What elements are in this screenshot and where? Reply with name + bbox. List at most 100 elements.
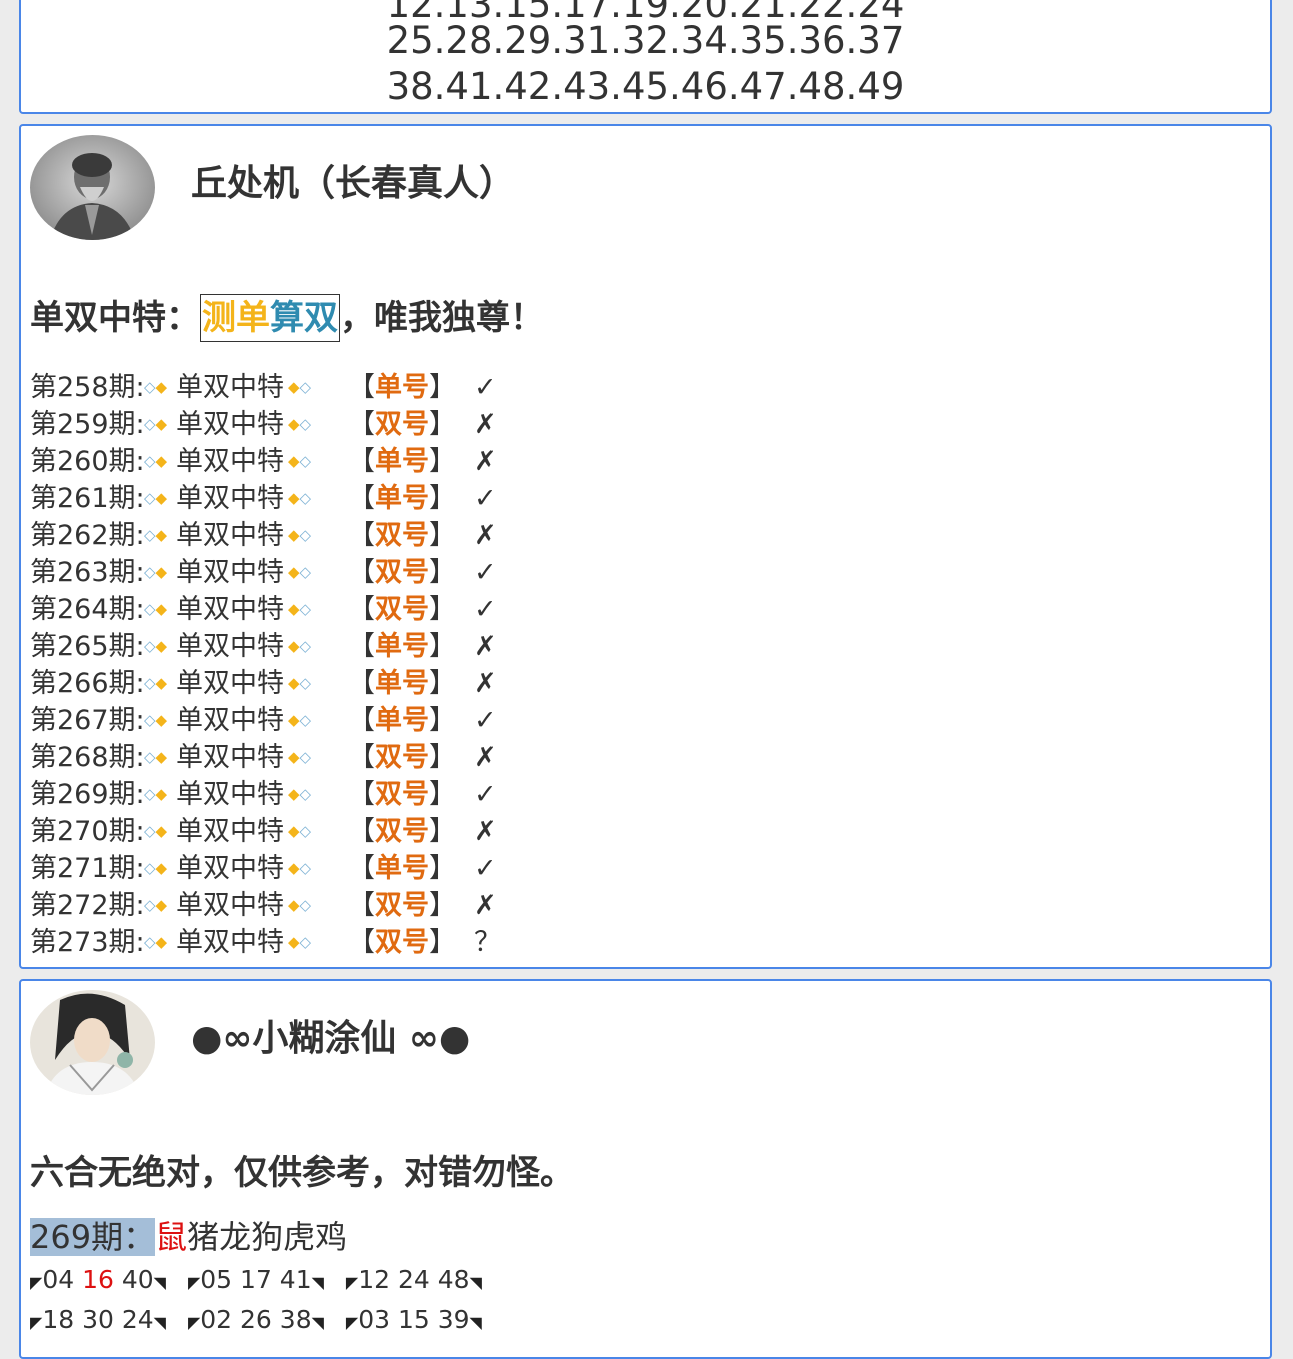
zodiac-rest: 猪龙狗虎鸡 [187, 1218, 348, 1256]
diamond-icon: ◇◆ [144, 933, 168, 951]
corner-icon: ◥ [153, 1313, 166, 1332]
number-group: ◤18 30 24◥ [30, 1305, 166, 1334]
prediction-pick: 【双号】 [348, 520, 456, 551]
slogan-highlight-box: 测单算双 [200, 294, 340, 342]
diamond-icon: ◇◆ [144, 563, 168, 581]
diamond-icon: ◆◇ [288, 896, 312, 914]
number-groups-row-2: ◤18 30 24◥ ◤02 26 38◥ ◤03 15 39◥ [30, 1303, 504, 1340]
prediction-label: 单双中特 [176, 594, 284, 625]
result-mark: ✓ [474, 853, 497, 884]
number-line-3: 38.41.42.43.45.46.47.48.49 [386, 65, 905, 108]
diamond-icon: ◇◆ [144, 489, 168, 507]
result-mark: ✗ [474, 668, 497, 699]
number-list-card: 12.13.15.17.19.20.21.22.24 25.28.29.31.3… [19, 0, 1272, 114]
corner-icon: ◤ [30, 1313, 43, 1332]
prediction-card-odd-even: 丘处机（长春真人） 单双中特：测单算双，唯我独尊！ 第258期: ◇◆ 单双中特 ◆◇… [19, 124, 1272, 969]
diamond-icon: ◇◆ [144, 637, 168, 655]
result-mark: ✓ [474, 557, 497, 588]
diamond-icon: ◆◇ [288, 711, 312, 729]
period-number: 第271期: [30, 853, 145, 884]
period-number: 第261期: [30, 483, 145, 514]
prediction-pick: 【双号】 [348, 594, 456, 625]
prediction-pick: 【双号】 [348, 409, 456, 440]
result-mark: ✗ [474, 631, 497, 662]
period-number: 第268期: [30, 742, 145, 773]
slogan-suffix: ，唯我独尊！ [340, 298, 544, 338]
diamond-icon: ◆◇ [288, 563, 312, 581]
author-name: ●∞小糊涂仙 ∞● [191, 1018, 471, 1059]
result-mark: ✗ [474, 816, 497, 847]
prediction-label: 单双中特 [176, 779, 284, 810]
diamond-icon: ◆◇ [288, 859, 312, 877]
diamond-icon: ◆◇ [288, 637, 312, 655]
period-number: 第267期: [30, 705, 145, 736]
prediction-pick: 【单号】 [348, 483, 456, 514]
corner-icon: ◥ [469, 1273, 482, 1292]
corner-icon: ◤ [187, 1273, 201, 1292]
prediction-pick: 【单号】 [348, 372, 456, 403]
diamond-icon: ◇◆ [144, 415, 168, 433]
period-number: 第264期: [30, 594, 145, 625]
prediction-pick: 【双号】 [348, 816, 456, 847]
zodiac-hit: 鼠 [155, 1218, 188, 1256]
corner-icon: ◥ [311, 1273, 324, 1292]
prediction-label: 单双中特 [176, 742, 284, 773]
period-number: 第258期: [30, 372, 145, 403]
diamond-icon: ◇◆ [144, 748, 168, 766]
number-group: ◤02 26 38◥ [187, 1305, 324, 1334]
result-mark: ✗ [474, 409, 497, 440]
result-mark: ✓ [474, 779, 497, 810]
result-mark: ✗ [474, 520, 497, 551]
period-number: 第262期: [30, 520, 145, 551]
number-groups-row-1: ◤04 16 40◥ ◤05 17 41◥ ◤12 24 48◥ [30, 1263, 504, 1300]
prediction-pick: 【双号】 [348, 779, 456, 810]
prediction-label: 单双中特 [176, 483, 284, 514]
prediction-pick: 【单号】 [348, 446, 456, 477]
prediction-pick: 【双号】 [348, 742, 456, 773]
diamond-icon: ◆◇ [288, 378, 312, 396]
corner-icon: ◤ [187, 1313, 201, 1332]
prediction-label: 单双中特 [176, 372, 284, 403]
diamond-icon: ◇◆ [144, 674, 168, 692]
diamond-icon: ◆◇ [288, 785, 312, 803]
corner-icon: ◤ [345, 1273, 359, 1292]
diamond-icon: ◆◇ [288, 415, 312, 433]
period-number: 第270期: [30, 816, 145, 847]
slogan: 六合无绝对，仅供参考，对错勿怪。 [30, 1153, 574, 1193]
corner-icon: ◤ [345, 1313, 359, 1332]
old-man-portrait-icon [30, 135, 155, 240]
prediction-pick: 【单号】 [348, 668, 456, 699]
prediction-label: 单双中特 [176, 631, 284, 662]
diamond-icon: ◇◆ [144, 785, 168, 803]
result-mark: ✗ [474, 446, 497, 477]
prediction-pick: 【双号】 [348, 927, 456, 958]
diamond-icon: ◆◇ [288, 600, 312, 618]
prediction-label: 单双中特 [176, 557, 284, 588]
diamond-icon: ◆◇ [288, 674, 312, 692]
period-number: 第273期: [30, 927, 145, 958]
number-group: ◤05 17 41◥ [187, 1265, 324, 1294]
hit-number: 16 [82, 1265, 114, 1294]
result-mark: ✗ [474, 890, 497, 921]
diamond-icon: ◆◇ [288, 526, 312, 544]
prediction-pick: 【单号】 [348, 631, 456, 662]
diamond-icon: ◇◆ [144, 600, 168, 618]
period-number: 第260期: [30, 446, 145, 477]
corner-icon: ◤ [30, 1273, 43, 1292]
diamond-icon: ◇◆ [144, 859, 168, 877]
number-line-2: 25.28.29.31.32.34.35.36.37 [386, 19, 905, 62]
result-mark: ✓ [474, 483, 497, 514]
slogan-highlight-b: 算双 [270, 298, 338, 338]
diamond-icon: ◇◆ [144, 896, 168, 914]
prediction-label: 单双中特 [176, 520, 284, 551]
diamond-icon: ◆◇ [288, 822, 312, 840]
corner-icon: ◥ [311, 1313, 324, 1332]
prediction-label: 单双中特 [176, 409, 284, 440]
diamond-icon: ◆◇ [288, 933, 312, 951]
prediction-pick: 【双号】 [348, 890, 456, 921]
corner-icon: ◥ [153, 1273, 166, 1292]
prediction-pick: 【单号】 [348, 853, 456, 884]
author-name: 丘处机（长春真人） [191, 163, 516, 204]
diamond-icon: ◆◇ [288, 748, 312, 766]
period-number: 第266期: [30, 668, 145, 699]
